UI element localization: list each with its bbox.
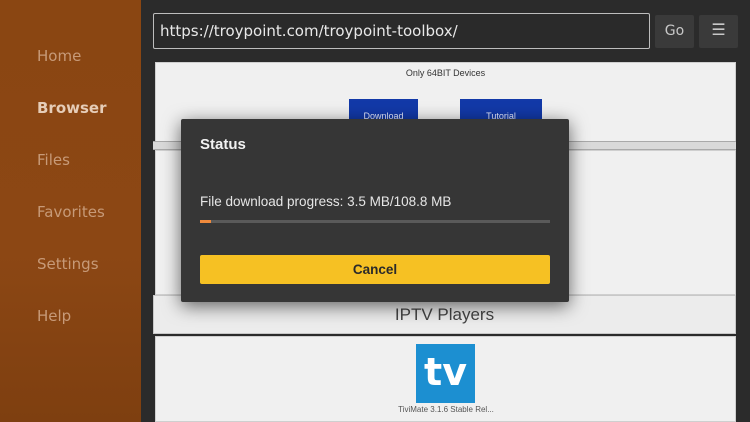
sidebar-item-files[interactable]: Files bbox=[37, 151, 70, 169]
sidebar: Home Browser Files Favorites Settings He… bbox=[0, 0, 141, 422]
sidebar-item-help[interactable]: Help bbox=[37, 307, 71, 325]
cancel-button[interactable]: Cancel bbox=[200, 255, 550, 284]
sidebar-item-settings[interactable]: Settings bbox=[37, 255, 99, 273]
sidebar-item-home[interactable]: Home bbox=[37, 47, 81, 65]
download-progress-text: File download progress: 3.5 MB/108.8 MB bbox=[200, 194, 452, 209]
download-progress-fill bbox=[200, 220, 212, 223]
status-dialog: Status File download progress: 3.5 MB/10… bbox=[181, 119, 569, 302]
dialog-title: Status bbox=[200, 136, 246, 153]
sidebar-item-browser[interactable]: Browser bbox=[37, 99, 107, 117]
sidebar-item-favorites[interactable]: Favorites bbox=[37, 203, 105, 221]
download-progress-bar bbox=[200, 220, 550, 223]
